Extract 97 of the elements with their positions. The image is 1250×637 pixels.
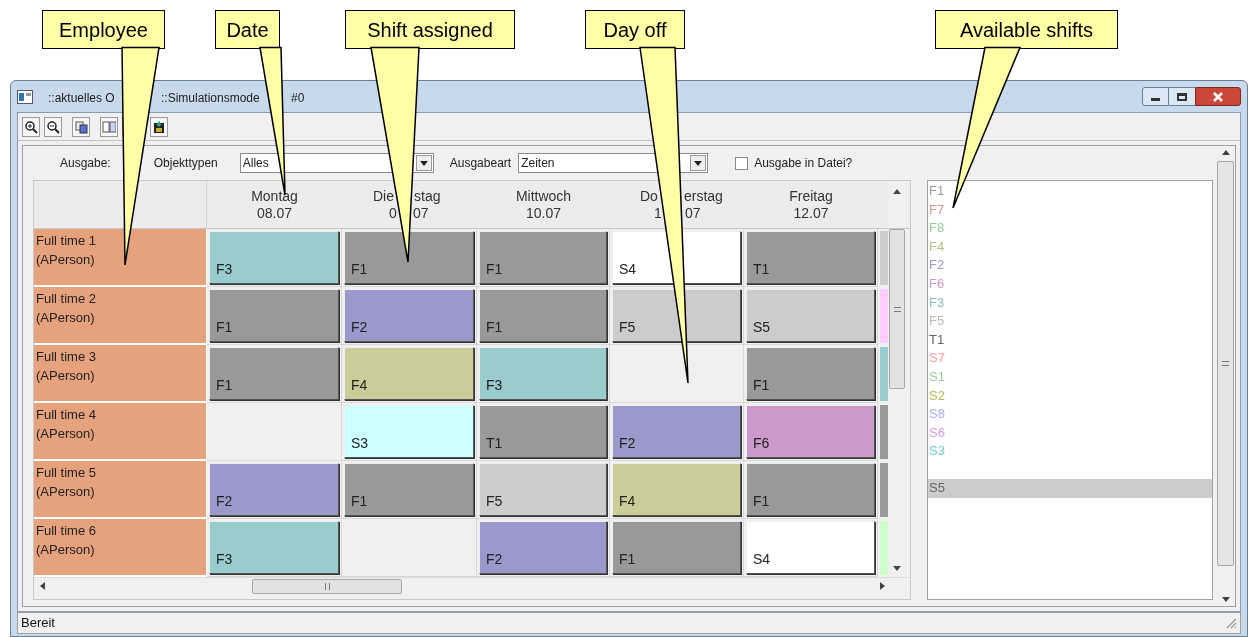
day-name: Do: [640, 187, 658, 205]
checkbox[interactable]: [735, 156, 749, 170]
shift-cell[interactable]: S3: [344, 405, 474, 458]
minimize-button[interactable]: [1142, 87, 1169, 106]
pages-icon[interactable]: [100, 116, 118, 137]
employee-cell[interactable]: Full time 5 (APerson): [34, 461, 207, 519]
day-name: erstag: [684, 187, 723, 205]
shift-cell[interactable]: F3: [209, 231, 339, 284]
employee-cell[interactable]: Full time 3 (APerson): [34, 345, 207, 403]
grip-icon: [324, 582, 330, 590]
vertical-scrollbar-thumb[interactable]: [1217, 161, 1234, 566]
shift-cell-edge[interactable]: [880, 289, 888, 343]
shift-cell[interactable]: S4: [746, 521, 875, 574]
day-off-cell[interactable]: [342, 519, 477, 577]
grip-icon: [1222, 361, 1229, 366]
day-off-cell[interactable]: [207, 403, 342, 461]
caret-icon: [694, 160, 703, 166]
shift-cell[interactable]: F3: [209, 521, 339, 574]
minimize-icon: [1151, 98, 1160, 101]
day-date: 12.07: [793, 204, 829, 222]
shift-cell[interactable]: F3: [479, 347, 607, 400]
shift-cell[interactable]: F1: [209, 347, 339, 400]
callout-label: Shift assigned: [345, 10, 515, 49]
zoom-in-icon[interactable]: [22, 116, 40, 137]
shift-cell[interactable]: F1: [746, 347, 875, 400]
field-label: Ausgabe in Datei?: [754, 155, 853, 172]
shift-cell[interactable]: F2: [209, 463, 339, 516]
close-icon: [1212, 91, 1224, 102]
field-label: Ausgabe:: [60, 155, 111, 172]
employee-cell[interactable]: Full time 2 (APerson): [34, 287, 207, 345]
shift-cell-edge[interactable]: [880, 405, 888, 459]
day-date: 07: [413, 204, 429, 222]
scroll-down-icon[interactable]: [893, 566, 901, 571]
save-icon[interactable]: [150, 116, 168, 137]
employee-cell[interactable]: Full time 6 (APerson): [34, 519, 207, 577]
shift-cell[interactable]: S5: [746, 289, 875, 342]
shift-cell[interactable]: F1: [344, 231, 474, 284]
day-date: 08.07: [256, 204, 292, 222]
day-name: Montag: [251, 187, 298, 205]
maximize-icon: [1177, 92, 1187, 101]
shift-cell[interactable]: F1: [612, 521, 741, 574]
shift-cell-edge[interactable]: [880, 347, 888, 401]
shift-cell[interactable]: F1: [479, 289, 607, 342]
shift-cell-edge[interactable]: [880, 463, 888, 517]
employee-cell[interactable]: Full time 1 (APerson): [34, 229, 207, 287]
day-date: 10.07: [525, 204, 561, 222]
shift-cell[interactable]: F2: [344, 289, 474, 342]
shift-cell[interactable]: T1: [746, 231, 875, 284]
callout-label: Date: [215, 10, 280, 49]
callout-label: Employee: [42, 10, 165, 49]
shift-list-item[interactable]: S5: [928, 478, 1212, 498]
window-title: #0: [291, 89, 305, 107]
field-label: Ausgabeart: [449, 155, 512, 172]
horizontal-scrollbar-thumb[interactable]: [252, 578, 402, 594]
caret-icon: [419, 160, 428, 166]
field-label: Objekttypen: [153, 155, 218, 172]
shift-cell[interactable]: F4: [344, 347, 474, 400]
day-off-cell[interactable]: [610, 345, 744, 403]
shift-cell[interactable]: F1: [746, 463, 875, 516]
vertical-scrollbar-thumb[interactable]: [889, 229, 905, 389]
shift-cell[interactable]: F1: [344, 463, 474, 516]
shift-cell[interactable]: F2: [479, 521, 607, 574]
scroll-down-icon[interactable]: [1221, 597, 1230, 602]
scroll-right-icon[interactable]: [880, 582, 885, 590]
shift-cell[interactable]: T1: [479, 405, 607, 458]
shift-cell-edge[interactable]: [880, 521, 888, 575]
scroll-left-icon[interactable]: [40, 582, 45, 590]
maximize-button[interactable]: [1169, 87, 1195, 106]
day-name: stag: [414, 187, 441, 205]
shift-cell[interactable]: F6: [746, 405, 875, 458]
scroll-up-icon[interactable]: [1221, 150, 1230, 155]
window-title: ::aktuelles O: [48, 89, 115, 107]
app-icon: [17, 89, 33, 104]
day-name: Mittwoch: [515, 187, 572, 205]
day-name: Freitag: [789, 187, 833, 205]
callout-label: Available shifts: [935, 10, 1118, 49]
resize-grip-icon[interactable]: [1225, 617, 1237, 629]
grip-icon: [893, 306, 901, 312]
zoom-out-icon[interactable]: [44, 116, 62, 137]
shift-cell[interactable]: F5: [612, 289, 741, 342]
shift-cell[interactable]: F2: [612, 405, 741, 458]
scroll-up-icon[interactable]: [893, 189, 901, 194]
day-date: 07: [685, 204, 701, 222]
copy-icon[interactable]: [72, 116, 90, 137]
shift-cell-edge[interactable]: [880, 231, 888, 285]
day-date: 0: [389, 204, 397, 222]
callout-label: Day off: [585, 10, 685, 49]
day-name: Die: [373, 187, 394, 205]
day-date: 1: [654, 204, 662, 222]
shift-cell[interactable]: F4: [612, 463, 741, 516]
close-button[interactable]: [1195, 87, 1241, 106]
employee-cell[interactable]: Full time 4 (APerson): [34, 403, 207, 461]
shift-cell[interactable]: F5: [479, 463, 607, 516]
shift-cell[interactable]: F1: [209, 289, 339, 342]
shift-cell[interactable]: F1: [479, 231, 607, 284]
window-title: ::Simulationsmode: [161, 89, 260, 107]
status-text: Bereit: [21, 614, 55, 633]
